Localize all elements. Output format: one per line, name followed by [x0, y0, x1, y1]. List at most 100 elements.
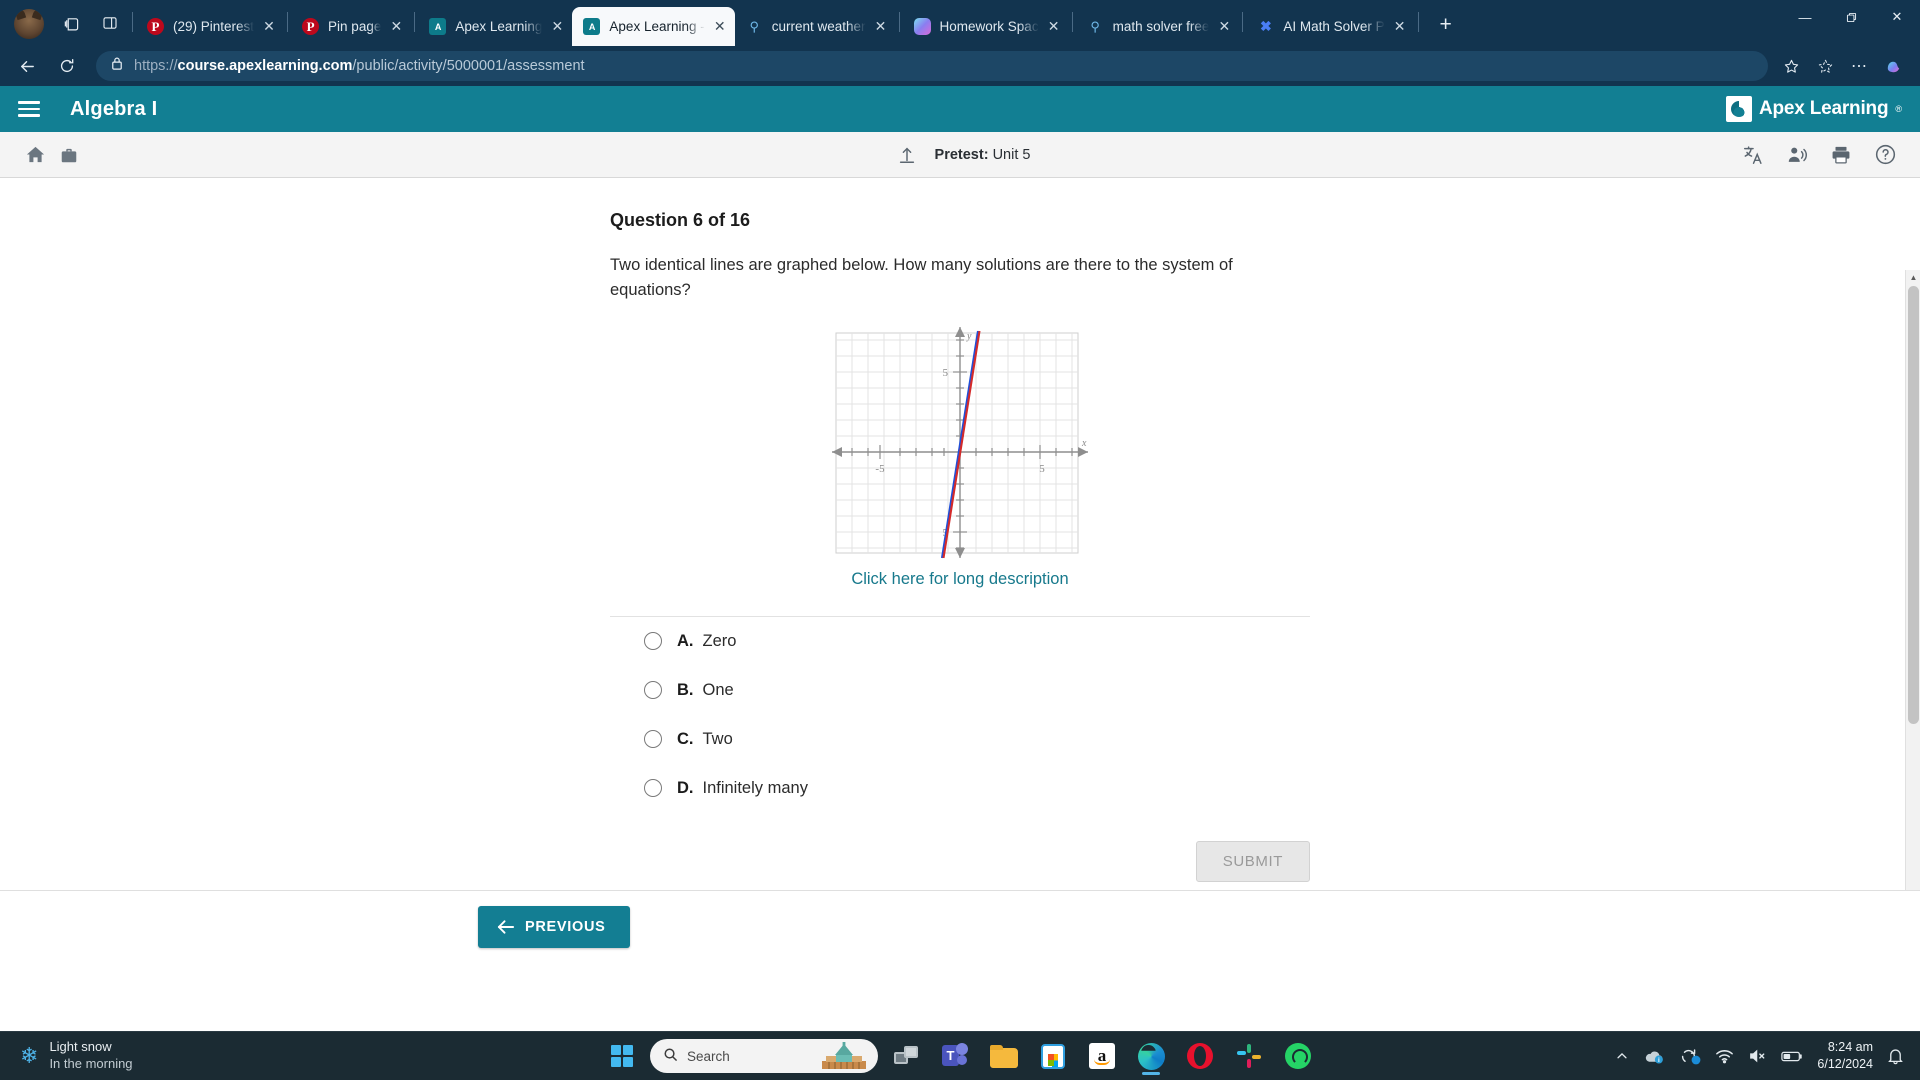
tab-title: Apex Learning -: [609, 19, 705, 34]
answer-option-a[interactable]: A. Zero: [610, 617, 1310, 666]
browser-tab[interactable]: ✖ AI Math Solver P ✕: [1246, 7, 1414, 46]
minimize-button[interactable]: —: [1782, 0, 1828, 34]
browser-tab[interactable]: ⚲ math solver free ✕: [1076, 7, 1240, 46]
copilot-icon[interactable]: [1876, 51, 1910, 81]
browser-tab[interactable]: P Pin page ✕: [291, 7, 411, 46]
previous-button[interactable]: PREVIOUS: [478, 905, 630, 948]
answer-option-b[interactable]: B. One: [610, 666, 1310, 715]
task-view-button[interactable]: [885, 1035, 927, 1077]
read-aloud-icon[interactable]: [1780, 139, 1814, 171]
activity-tools: [1736, 139, 1902, 171]
radio-c[interactable]: [644, 730, 662, 748]
answer-text: Two: [702, 729, 733, 748]
scrollbar-thumb[interactable]: [1908, 286, 1919, 724]
question-scroll-area[interactable]: Question 6 of 16 Two identical lines are…: [0, 178, 1920, 890]
microsoft-teams-button[interactable]: [934, 1035, 976, 1077]
x-app-icon: ✖: [1260, 18, 1272, 34]
address-input[interactable]: https://course.apexlearning.com/public/a…: [96, 51, 1768, 81]
browser-tab[interactable]: A Apex Learning ✕: [418, 7, 572, 46]
tab-title: Pin page: [328, 19, 382, 34]
clock[interactable]: 8:24 am 6/12/2024: [1817, 1039, 1873, 1073]
tab-close-icon[interactable]: ✕: [546, 16, 568, 38]
apex-header: Algebra I Apex Learning ®: [0, 86, 1920, 132]
close-window-button[interactable]: ✕: [1874, 0, 1920, 34]
windows-update-icon[interactable]: [1679, 1047, 1701, 1066]
start-button[interactable]: [601, 1035, 643, 1077]
whatsapp-button[interactable]: [1277, 1035, 1319, 1077]
tab-close-icon[interactable]: ✕: [258, 16, 280, 38]
new-tab-button[interactable]: +: [1430, 9, 1462, 41]
browser-tab[interactable]: P (29) Pinterest ✕: [136, 7, 284, 46]
active-app-indicator: [1142, 1072, 1160, 1075]
search-icon: ⚲: [749, 18, 759, 34]
notifications-bell-icon[interactable]: [1887, 1047, 1904, 1065]
tab-title: Homework Spac: [939, 19, 1039, 34]
help-icon[interactable]: [1868, 139, 1902, 171]
slack-button[interactable]: [1228, 1035, 1270, 1077]
split-screen-icon[interactable]: [93, 7, 127, 39]
browser-tab-active[interactable]: A Apex Learning - ✕: [572, 7, 735, 46]
browser-tab[interactable]: Homework Spac ✕: [903, 7, 1069, 46]
clock-time: 8:24 am: [1827, 1040, 1873, 1055]
profile-avatar[interactable]: [14, 9, 44, 39]
answer-text: Infinitely many: [702, 778, 808, 797]
system-tray: i 8:24 am 6/12/2024: [1615, 1039, 1920, 1073]
snowflake-icon: ❄: [20, 1043, 39, 1068]
reload-button[interactable]: [50, 51, 84, 81]
tab-title: (29) Pinterest: [173, 19, 255, 34]
folder-icon: [990, 1044, 1018, 1068]
radio-a[interactable]: [644, 632, 662, 650]
apex-icon: A: [429, 18, 447, 35]
answer-option-d[interactable]: D. Infinitely many: [610, 764, 1310, 813]
collections-icon[interactable]: [55, 7, 89, 39]
search-input[interactable]: Search: [650, 1039, 878, 1073]
tab-title: current weather: [771, 19, 866, 34]
long-description-link[interactable]: Click here for long description: [851, 570, 1068, 589]
print-icon[interactable]: [1824, 139, 1858, 171]
upload-icon[interactable]: [890, 139, 924, 171]
x-tick-label-5: 5: [1039, 463, 1045, 475]
home-icon[interactable]: [18, 139, 52, 171]
tab-close-icon[interactable]: ✕: [1213, 16, 1235, 38]
show-hidden-icons-button[interactable]: [1615, 1049, 1629, 1063]
back-button[interactable]: [10, 51, 44, 81]
tab-divider: [1071, 12, 1073, 32]
weather-text: Light snow In the morning: [49, 1039, 132, 1072]
amazon-button[interactable]: a: [1081, 1035, 1123, 1077]
scroll-up-arrow[interactable]: ▲: [1906, 270, 1920, 285]
weather-widget[interactable]: ❄ Light snow In the morning: [0, 1039, 133, 1072]
collections-button-icon[interactable]: [1808, 51, 1842, 81]
maximize-button[interactable]: [1828, 0, 1874, 34]
file-explorer-button[interactable]: [983, 1035, 1025, 1077]
search-placeholder: Search: [687, 1048, 730, 1064]
radio-b[interactable]: [644, 681, 662, 699]
windows-taskbar: ❄ Light snow In the morning Search T a i…: [0, 1031, 1920, 1080]
browser-tab[interactable]: ⚲ current weather ✕: [735, 7, 896, 46]
windows-logo-icon: [611, 1045, 633, 1067]
tab-title: AI Math Solver P: [1283, 19, 1385, 34]
battery-icon[interactable]: [1781, 1050, 1803, 1063]
microsoft-edge-button[interactable]: [1130, 1035, 1172, 1077]
wifi-icon[interactable]: [1715, 1048, 1734, 1064]
tab-close-icon[interactable]: ✕: [1043, 16, 1065, 38]
tab-close-icon[interactable]: ✕: [870, 16, 892, 38]
briefcase-icon[interactable]: [52, 139, 86, 171]
submit-button[interactable]: SUBMIT: [1195, 840, 1310, 882]
microsoft-store-button[interactable]: [1032, 1035, 1074, 1077]
slack-icon: [1237, 1044, 1261, 1068]
tab-close-icon[interactable]: ✕: [1389, 16, 1411, 38]
onedrive-icon[interactable]: i: [1643, 1048, 1665, 1064]
radio-d[interactable]: [644, 779, 662, 797]
opera-button[interactable]: [1179, 1035, 1221, 1077]
translate-icon[interactable]: [1736, 139, 1770, 171]
tab-close-icon[interactable]: ✕: [385, 16, 407, 38]
amazon-icon: a: [1089, 1043, 1115, 1069]
settings-more-icon[interactable]: ⋯: [1842, 51, 1876, 81]
volume-muted-icon[interactable]: [1748, 1048, 1767, 1064]
url-text: https://course.apexlearning.com/public/a…: [134, 58, 585, 74]
menu-icon[interactable]: [18, 98, 44, 120]
tab-close-icon[interactable]: ✕: [709, 16, 731, 38]
answer-option-c[interactable]: C. Two: [610, 715, 1310, 764]
favorite-star-icon[interactable]: [1774, 51, 1808, 81]
page-scrollbar[interactable]: ▲ ▼: [1905, 270, 1920, 890]
